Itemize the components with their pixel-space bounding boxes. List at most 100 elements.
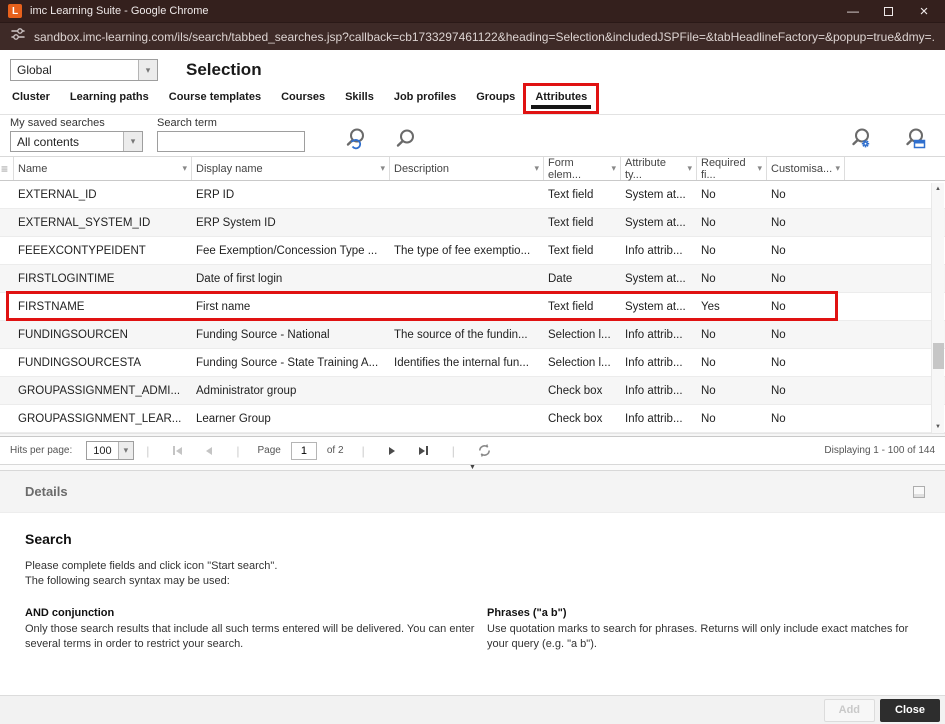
- column-header-name[interactable]: Name ▾: [14, 157, 192, 180]
- scroll-down-icon[interactable]: ▼: [935, 421, 941, 433]
- close-button[interactable]: Close: [880, 699, 940, 722]
- table-row[interactable]: EXTERNAL_ID ERP ID Text field System at.…: [0, 181, 945, 209]
- cell-display-name: Learner Group: [192, 413, 390, 425]
- search-term-input[interactable]: [157, 131, 305, 152]
- tab-job-profiles[interactable]: Job profiles: [392, 83, 458, 113]
- tab-bar: Cluster Learning paths Course templates …: [0, 82, 945, 114]
- prev-page-button[interactable]: [206, 447, 212, 455]
- site-settings-icon[interactable]: [10, 26, 26, 47]
- table-scrollbar[interactable]: ▲ ▼: [931, 183, 944, 433]
- table-row[interactable]: GROUPASSIGNMENT_ADMI... Administrator gr…: [0, 377, 945, 405]
- tab-learning-paths[interactable]: Learning paths: [68, 83, 151, 113]
- cell-form-element: Date: [544, 273, 621, 285]
- next-page-button[interactable]: [389, 447, 395, 455]
- cell-description: The type of fee exemptio...: [390, 245, 544, 257]
- table-row[interactable]: FIRSTLOGINTIME Date of first login Date …: [0, 265, 945, 293]
- column-header-required[interactable]: Required fi... ▾: [697, 157, 767, 180]
- cell-required: No: [697, 329, 767, 341]
- search-help-intro-line2: The following search syntax may be used:: [25, 574, 920, 589]
- column-header-customisable[interactable]: Customisa... ▾: [767, 157, 845, 180]
- window-title: imc Learning Suite - Google Chrome: [30, 5, 846, 17]
- hits-per-page-select[interactable]: 100 ▾: [86, 441, 134, 460]
- active-tab-underline: [531, 105, 591, 109]
- table-row[interactable]: GROUPASSIGNMENT_LEAR... Learner Group Ch…: [0, 405, 945, 433]
- cell-required: No: [697, 245, 767, 257]
- column-filter-icon[interactable]: ▾: [757, 163, 762, 174]
- scrollbar-track[interactable]: [932, 195, 944, 421]
- cell-attribute-type: Info attrib...: [621, 357, 697, 369]
- cell-required: No: [697, 357, 767, 369]
- cell-attribute-type: System at...: [621, 273, 697, 285]
- first-page-button[interactable]: [173, 446, 182, 455]
- splitter-collapse-icon[interactable]: ▼: [469, 465, 476, 470]
- collapse-panel-icon[interactable]: [913, 486, 925, 498]
- table-row[interactable]: FUNDINGSOURCESTA Funding Source - State …: [0, 349, 945, 377]
- hits-per-page-label: Hits per page:: [10, 445, 72, 456]
- column-filter-icon[interactable]: ▾: [380, 163, 385, 174]
- browser-window: L imc Learning Suite - Google Chrome — ×…: [0, 0, 945, 724]
- maximize-icon[interactable]: [884, 7, 893, 16]
- column-filter-icon[interactable]: ▾: [687, 163, 692, 174]
- column-filter-icon[interactable]: ▾: [835, 163, 840, 174]
- close-icon[interactable]: ×: [917, 3, 931, 20]
- page-count-label: of 2: [327, 445, 344, 456]
- pagination-bar: Hits per page: 100 ▾ | | Page of 2 | |: [0, 436, 945, 464]
- cell-name: FIRSTLOGINTIME: [14, 273, 192, 285]
- search-panel: My saved searches All contents ▾ Search …: [0, 114, 945, 157]
- start-search-icon[interactable]: [393, 127, 417, 151]
- minimize-icon[interactable]: —: [846, 4, 860, 18]
- last-page-button[interactable]: [419, 446, 428, 455]
- search-term-field: Search term: [157, 117, 305, 156]
- search-tools: [849, 127, 927, 151]
- page-input[interactable]: [291, 442, 317, 460]
- column-filter-icon[interactable]: ▾: [534, 163, 539, 174]
- table-row[interactable]: FEEEXCONTYPEIDENT Fee Exemption/Concessi…: [0, 237, 945, 265]
- tab-attributes[interactable]: Attributes: [533, 83, 589, 113]
- cell-customisable: No: [767, 413, 845, 425]
- cell-name: FEEEXCONTYPEIDENT: [14, 245, 192, 257]
- cell-display-name: Date of first login: [192, 273, 390, 285]
- details-body: Search Please complete fields and click …: [0, 513, 945, 695]
- cell-form-element: Text field: [544, 217, 621, 229]
- column-filter-icon[interactable]: ▾: [182, 163, 187, 174]
- cell-attribute-type: Info attrib...: [621, 385, 697, 397]
- column-header-display-name[interactable]: Display name ▾: [192, 157, 390, 180]
- column-filter-icon[interactable]: ▾: [611, 163, 616, 174]
- cell-attribute-type: System at...: [621, 301, 697, 313]
- saved-searches-select[interactable]: All contents ▾: [10, 131, 143, 152]
- tab-cluster[interactable]: Cluster: [10, 83, 52, 113]
- search-actions: [343, 117, 417, 156]
- saved-searches-field: My saved searches All contents ▾: [10, 117, 143, 156]
- tab-courses[interactable]: Courses: [279, 83, 327, 113]
- tab-groups[interactable]: Groups: [474, 83, 517, 113]
- search-profile-icon[interactable]: [903, 127, 927, 151]
- cell-display-name: Administrator group: [192, 385, 390, 397]
- column-header-attribute-type[interactable]: Attribute ty... ▾: [621, 157, 697, 180]
- cell-customisable: No: [767, 385, 845, 397]
- scrollbar-thumb[interactable]: [933, 343, 944, 369]
- url-bar: sandbox.imc-learning.com/ils/search/tabb…: [0, 22, 945, 50]
- column-header-form-element[interactable]: Form elem... ▾: [544, 157, 621, 180]
- table-row[interactable]: FIRSTNAME First name Text field System a…: [0, 293, 945, 321]
- cell-required: No: [697, 189, 767, 201]
- scope-select[interactable]: Global ▾: [10, 59, 158, 81]
- cell-required: Yes: [697, 301, 767, 313]
- search-settings-icon[interactable]: [849, 127, 873, 151]
- tab-course-templates[interactable]: Course templates: [167, 83, 263, 113]
- column-menu-handle[interactable]: ≡: [0, 157, 14, 180]
- add-button[interactable]: Add: [824, 699, 875, 722]
- tab-skills[interactable]: Skills: [343, 83, 376, 113]
- table-row[interactable]: EXTERNAL_SYSTEM_ID ERP System ID Text fi…: [0, 209, 945, 237]
- cell-name: EXTERNAL_ID: [14, 189, 192, 201]
- url-text[interactable]: sandbox.imc-learning.com/ils/search/tabb…: [34, 30, 935, 44]
- column-header-description[interactable]: Description ▾: [390, 157, 544, 180]
- scroll-up-icon[interactable]: ▲: [935, 183, 941, 195]
- cell-form-element: Check box: [544, 385, 621, 397]
- refresh-icon[interactable]: [477, 443, 492, 458]
- cell-form-element: Check box: [544, 413, 621, 425]
- search-reload-icon[interactable]: [343, 127, 367, 151]
- table-row[interactable]: FUNDINGSOURCEN Funding Source - National…: [0, 321, 945, 349]
- panel-splitter[interactable]: ▼: [0, 464, 945, 471]
- cell-name: FIRSTNAME: [14, 301, 192, 313]
- cell-required: No: [697, 385, 767, 397]
